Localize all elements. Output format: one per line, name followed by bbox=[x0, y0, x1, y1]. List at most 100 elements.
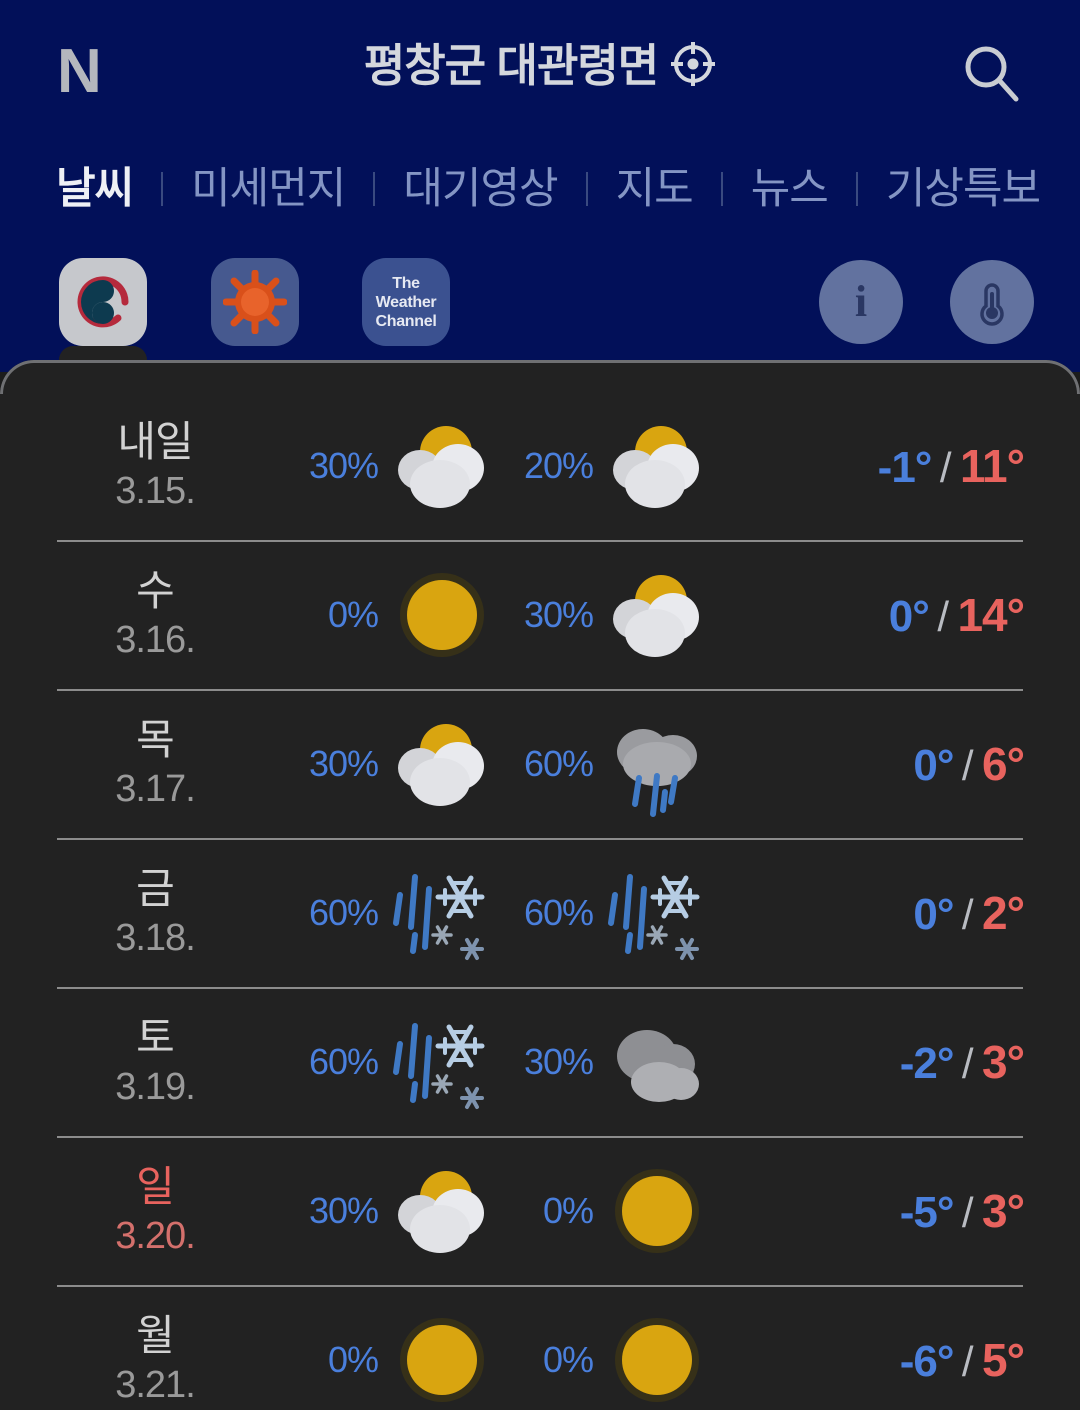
pm-slot[interactable]: 20% bbox=[515, 408, 730, 524]
partly-cloudy-icon bbox=[384, 706, 500, 822]
day-cell: 토 3.19. bbox=[0, 1013, 300, 1111]
tab-weather-alert[interactable]: 기상특보 bbox=[886, 164, 1041, 214]
condition-slots: 30% 60% bbox=[300, 706, 730, 822]
day-name: 일 bbox=[136, 1162, 175, 1210]
condition-slots: 0% 30% bbox=[300, 557, 730, 673]
am-precip-percent: 60% bbox=[308, 1040, 379, 1082]
gps-target-icon[interactable] bbox=[670, 41, 716, 92]
pm-slot[interactable]: 30% bbox=[515, 557, 730, 673]
partly-cloudy-icon bbox=[599, 557, 715, 673]
am-slot[interactable]: 30% bbox=[300, 1153, 515, 1269]
high-temperature: 3° bbox=[982, 1184, 1025, 1237]
high-temperature: 5° bbox=[982, 1333, 1025, 1386]
high-temperature: 11° bbox=[959, 439, 1025, 492]
day-name: 내일 bbox=[117, 417, 193, 465]
forecast-row-list: 내일 3.15. 30% 20% -1° / 11° 수 3.16. 0% 30… bbox=[0, 391, 1080, 1410]
temperature-range: -2° / 3° bbox=[730, 1035, 1080, 1089]
pm-precip-percent: 30% bbox=[523, 1040, 594, 1082]
partly-cloudy-icon bbox=[384, 408, 500, 524]
condition-slots: 30% 0% bbox=[300, 1153, 730, 1269]
temperature-range: -5° / 3° bbox=[730, 1184, 1080, 1238]
forecast-row[interactable]: 내일 3.15. 30% 20% -1° / 11° bbox=[0, 391, 1080, 540]
temp-separator: / bbox=[961, 1039, 974, 1087]
am-slot[interactable]: 60% bbox=[300, 1004, 515, 1120]
am-slot[interactable]: 0% bbox=[300, 557, 515, 673]
am-slot[interactable]: 30% bbox=[300, 706, 515, 822]
tab-divider bbox=[373, 172, 376, 206]
day-cell: 금 3.18. bbox=[0, 864, 300, 962]
day-date: 3.18. bbox=[115, 916, 196, 959]
day-cell: 수 3.16. bbox=[0, 566, 300, 664]
temperature-range: 0° / 6° bbox=[730, 737, 1080, 791]
am-precip-percent: 60% bbox=[308, 891, 379, 933]
high-temperature: 2° bbox=[982, 886, 1025, 939]
day-name: 목 bbox=[136, 715, 175, 763]
high-temperature: 3° bbox=[982, 1035, 1025, 1088]
sun-provider-tile[interactable] bbox=[211, 258, 299, 346]
pm-slot[interactable]: 0% bbox=[515, 1153, 730, 1269]
rain-icon bbox=[599, 706, 715, 822]
tab-weather[interactable]: 날씨 bbox=[56, 164, 134, 214]
forecast-panel: 내일 3.15. 30% 20% -1° / 11° 수 3.16. 0% 30… bbox=[0, 360, 1080, 1410]
rain-snow-icon bbox=[384, 855, 500, 971]
provider-bar: The Weather Channel i bbox=[0, 238, 1080, 376]
location-title-group[interactable]: 평창군 대관령면 bbox=[0, 40, 1080, 92]
nav-tabs[interactable]: 날씨 미세먼지 대기영상 지도 뉴스 기상특보 bbox=[0, 140, 1080, 238]
pm-slot[interactable]: 30% bbox=[515, 1004, 730, 1120]
day-cell: 일 3.20. bbox=[0, 1162, 300, 1260]
forecast-row[interactable]: 토 3.19. 60% 30% -2° / 3° bbox=[0, 987, 1080, 1136]
am-slot[interactable]: 60% bbox=[300, 855, 515, 971]
tab-map[interactable]: 지도 bbox=[616, 164, 694, 214]
day-date: 3.19. bbox=[115, 1065, 196, 1108]
info-icon[interactable]: i bbox=[819, 260, 903, 344]
day-date: 3.17. bbox=[115, 767, 196, 810]
pm-slot[interactable]: 0% bbox=[515, 1302, 730, 1410]
temp-separator: / bbox=[961, 1188, 974, 1236]
app-header: N 평창군 대관령면 날씨 미세먼지 대기영상 지도 뉴스 기상특보 bbox=[0, 0, 1080, 238]
low-temperature: -2° bbox=[899, 1038, 955, 1088]
tab-divider bbox=[855, 172, 858, 206]
low-temperature: -5° bbox=[899, 1187, 955, 1237]
tab-air-imagery[interactable]: 대기영상 bbox=[403, 164, 558, 214]
forecast-row[interactable]: 일 3.20. 30% 0% -5° / 3° bbox=[0, 1136, 1080, 1285]
am-slot[interactable]: 0% bbox=[300, 1302, 515, 1410]
info-glyph: i bbox=[854, 277, 868, 326]
temp-separator: / bbox=[937, 592, 949, 640]
condition-slots: 0% 0% bbox=[300, 1302, 730, 1410]
forecast-row[interactable]: 수 3.16. 0% 30% 0° / 14° bbox=[0, 540, 1080, 689]
tab-divider bbox=[585, 172, 588, 206]
day-name: 토 bbox=[136, 1013, 175, 1061]
tab-divider bbox=[161, 172, 164, 206]
rain-snow-icon bbox=[384, 1004, 500, 1120]
tab-fine-dust[interactable]: 미세먼지 bbox=[191, 164, 346, 214]
page-title: 평창군 대관령면 bbox=[363, 40, 659, 91]
am-precip-percent: 0% bbox=[327, 1338, 379, 1380]
search-icon[interactable] bbox=[960, 42, 1022, 104]
forecast-row[interactable]: 목 3.17. 30% 60% 0° / 6° bbox=[0, 689, 1080, 838]
condition-slots: 30% 20% bbox=[300, 408, 730, 524]
the-weather-channel-tile[interactable]: The Weather Channel bbox=[362, 258, 450, 346]
high-temperature: 14° bbox=[957, 588, 1025, 641]
temperature-range: -6° / 5° bbox=[730, 1333, 1080, 1387]
am-precip-percent: 0% bbox=[327, 593, 379, 635]
tab-news[interactable]: 뉴스 bbox=[751, 164, 829, 214]
day-date: 3.21. bbox=[115, 1363, 196, 1406]
low-temperature: -6° bbox=[899, 1336, 955, 1386]
day-name: 수 bbox=[136, 566, 175, 614]
forecast-row[interactable]: 월 3.21. 0% 0% -6° / 5° bbox=[0, 1285, 1080, 1410]
thermometer-icon[interactable] bbox=[950, 260, 1034, 344]
taegeuk-icon bbox=[77, 276, 129, 328]
kma-logo-tile[interactable] bbox=[59, 258, 147, 346]
pm-precip-percent: 0% bbox=[542, 1338, 594, 1380]
low-temperature: 0° bbox=[888, 591, 930, 641]
cloudy-icon bbox=[599, 1004, 715, 1120]
pm-slot[interactable]: 60% bbox=[515, 706, 730, 822]
am-slot[interactable]: 30% bbox=[300, 408, 515, 524]
pm-slot[interactable]: 60% bbox=[515, 855, 730, 971]
forecast-row[interactable]: 금 3.18. 60% 60% 0° / 2° bbox=[0, 838, 1080, 987]
temp-separator: / bbox=[961, 1337, 974, 1385]
temp-separator: / bbox=[961, 741, 974, 789]
condition-slots: 60% bbox=[300, 855, 730, 971]
low-temperature: 0° bbox=[913, 889, 954, 939]
day-cell: 목 3.17. bbox=[0, 715, 300, 813]
